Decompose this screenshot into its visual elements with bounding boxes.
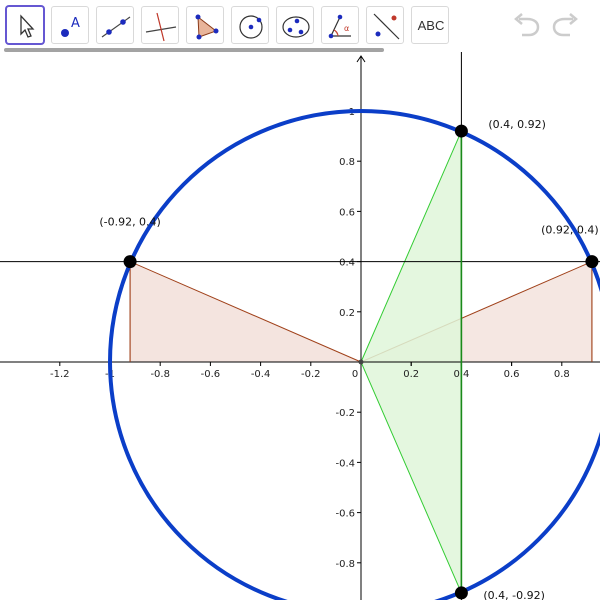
redo-icon <box>552 13 578 37</box>
x-tick-label: 0.8 <box>554 369 570 380</box>
x-tick-label: -0.8 <box>150 369 170 380</box>
point-label: (0.4, -0.92) <box>483 589 545 600</box>
perpendicular-tool-button[interactable] <box>141 6 179 44</box>
polygon-tool-button[interactable] <box>186 6 224 44</box>
perpendicular-line-icon <box>145 12 177 42</box>
point-icon: A <box>61 16 80 37</box>
polygon-icon <box>195 14 219 40</box>
move-tool-button[interactable] <box>6 6 44 44</box>
x-tick-label: 0.6 <box>504 369 520 380</box>
circle-icon <box>239 15 263 39</box>
y-tick-label: 0.2 <box>339 308 355 319</box>
origin-point[interactable] <box>358 359 364 365</box>
y-tick-label: 0.4 <box>339 258 355 269</box>
left-triangle[interactable] <box>129 260 362 363</box>
y-tick-label: -0.4 <box>335 458 355 469</box>
x-tick-label: -0.2 <box>301 369 321 380</box>
point[interactable] <box>454 586 468 600</box>
point-tool-button[interactable]: A <box>51 6 89 44</box>
angle-tool-button[interactable]: α <box>321 6 359 44</box>
redo-button[interactable] <box>548 10 582 40</box>
ellipse-icon <box>282 16 310 38</box>
point[interactable] <box>454 124 468 138</box>
y-tick-label: 0.8 <box>339 157 355 168</box>
point[interactable] <box>585 255 599 269</box>
toolbar: A α ABC <box>0 0 600 48</box>
point-label: (-0.92, 0.4) <box>99 216 161 229</box>
x-tick-label: -1.2 <box>50 369 70 380</box>
ellipse-tool-button[interactable] <box>276 6 314 44</box>
arrow-pointer-icon <box>20 14 35 38</box>
point[interactable] <box>123 255 137 269</box>
undo-button[interactable] <box>510 10 544 40</box>
line-tool-button[interactable] <box>96 6 134 44</box>
text-tool-button[interactable]: ABC <box>411 6 449 44</box>
x-tick-label: -0.4 <box>251 369 271 380</box>
x-tick-label: 0.2 <box>403 369 419 380</box>
svg-text:α: α <box>344 24 349 33</box>
y-tick-label: 0.6 <box>339 207 355 218</box>
angle-icon: α <box>328 14 351 39</box>
y-tick-label: -0.8 <box>335 559 355 570</box>
y-tick-label: -0.2 <box>335 408 355 419</box>
point-label: (0.4, 0.92) <box>488 118 546 131</box>
svg-text:A: A <box>71 16 80 31</box>
circle-tool-button[interactable] <box>231 6 269 44</box>
undo-icon <box>514 13 540 37</box>
text-icon: ABC <box>417 18 445 33</box>
point-label: (0.92, 0.4) <box>541 224 599 237</box>
reflect-icon <box>373 13 400 40</box>
line-icon <box>101 16 131 38</box>
x-tick-label: 0 <box>352 369 358 380</box>
graphics-view[interactable]: -1.2-1-0.8-0.6-0.4-0.200.20.40.60.810.80… <box>0 52 600 600</box>
x-tick-label: -0.6 <box>201 369 221 380</box>
y-tick-label: -0.6 <box>335 509 355 520</box>
reflect-tool-button[interactable] <box>366 6 404 44</box>
